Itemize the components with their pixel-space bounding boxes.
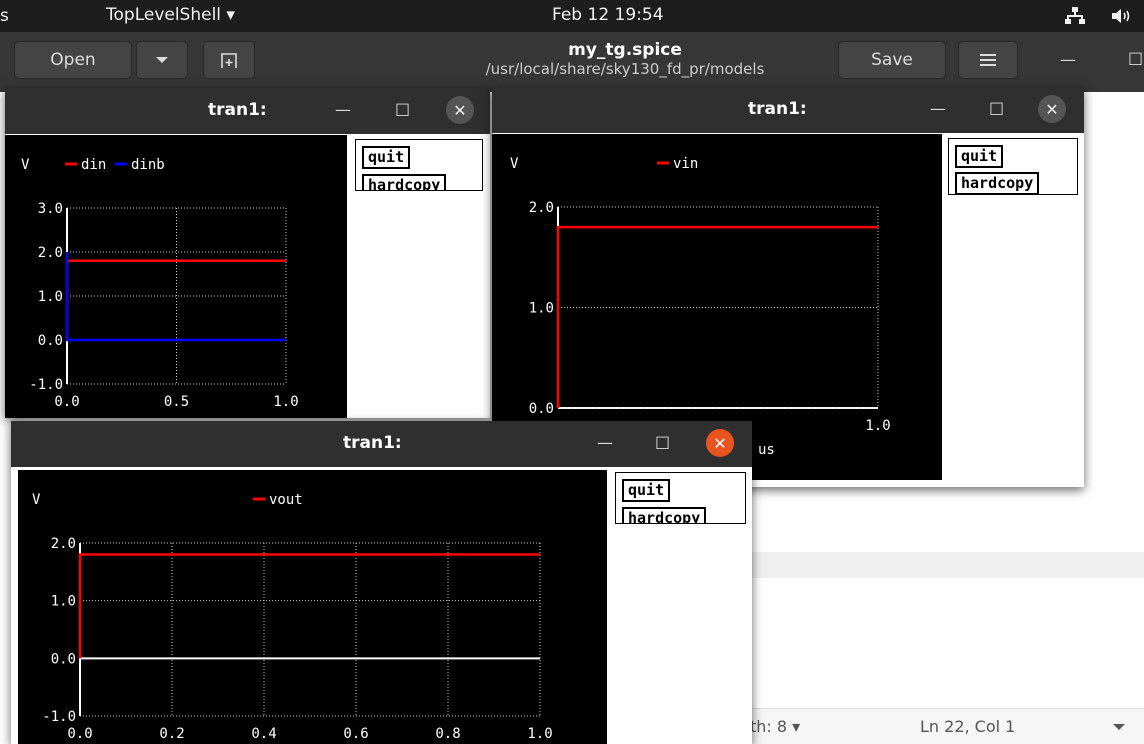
x-tick-label: 0.0 [54,394,79,410]
open-dropdown-button[interactable] [136,41,188,79]
legend-label-vout: vout [269,492,303,508]
app-menu[interactable]: TopLevelShell ▾ [106,5,235,25]
series-line-vin [556,225,878,408]
y-tick-label: 1.0 [529,301,554,317]
close-button[interactable]: ✕ [446,96,474,124]
maximize-button[interactable]: □ [655,432,670,451]
menu-icon [980,54,996,66]
close-icon: ✕ [453,100,467,120]
volume-icon[interactable] [1110,6,1134,26]
minimize-button[interactable]: — [597,433,613,452]
close-button[interactable]: ✕ [1038,95,1066,123]
y-tick-label: 2.0 [51,536,76,552]
save-button[interactable]: Save [838,41,946,79]
close-button[interactable]: ✕ [706,429,734,457]
x-tick-label: 1.0 [865,418,890,434]
hardcopy-button[interactable]: hardcopy [955,172,1040,194]
y-tick-label: 0.0 [51,651,76,667]
plot-window-din: tran1: — □ ✕ -1.0 0.0 1.0 2.0 3.0 0.0 0.5 1.0 Vd… [5,88,490,418]
legend-label-vin: vin [673,156,698,172]
plot-canvas[interactable]: -1.0 0.0 1.0 2.0 0.0 0.2 0.4 0.6 0.8 1.0 Vvout [18,470,607,744]
legend-label-din: din [81,157,106,173]
quit-button[interactable]: quit [622,479,671,502]
y-axis-label: V [21,157,30,173]
x-tick-label: 0.0 [67,726,92,742]
x-tick-label: 0.2 [159,726,184,742]
chevron-down-icon [156,57,168,63]
quit-button[interactable]: quit [955,145,1004,168]
maximize-button[interactable]: □ [395,99,410,118]
top-bar: s TopLevelShell ▾ Feb 12 19:54 [0,0,1144,32]
plot-window-titlebar[interactable]: tran1: — □ ✕ [11,421,752,467]
tab-width-selector[interactable]: th: 8 ▾ [750,717,800,736]
save-label: Save [871,50,913,70]
y-tick-label: 0.0 [529,401,554,417]
minimize-button[interactable]: — [335,100,351,119]
close-icon: ✕ [713,433,727,453]
open-label: Open [50,50,96,70]
y-tick-label: 0.0 [38,333,63,349]
close-icon: ✕ [1045,99,1059,119]
editor-area[interactable] [740,552,1144,578]
y-axis-label: V [32,492,41,508]
clock[interactable]: Feb 12 19:54 [552,5,664,25]
plot-button-panel: quit hardcopy [948,138,1078,195]
series-line-vout [78,553,540,659]
hardcopy-button[interactable]: hardcopy [362,174,447,190]
y-tick-label: 2.0 [38,245,63,261]
cursor-position[interactable]: Ln 22, Col 1 [920,717,1015,736]
plot-window-titlebar[interactable]: tran1: — □ ✕ [492,87,1084,133]
y-tick-label: 2.0 [529,200,554,216]
gedit-minimize-button[interactable]: — [1060,50,1076,69]
plot-window-vout: tran1: — □ ✕ -1.0 0.0 1.0 2.0 0.0 0.2 0.4 0.6 0.… [11,421,752,744]
x-tick-label: 1.0 [527,726,552,742]
network-icon[interactable] [1064,6,1086,26]
new-document-icon [221,53,237,68]
x-tick-label: 0.4 [251,726,276,742]
gedit-title-block: my_tg.spice /usr/local/share/sky130_fd_p… [440,40,810,78]
maximize-button[interactable]: □ [989,98,1004,117]
gedit-maximize-button[interactable]: □ [1128,48,1143,67]
plot-window-title: tran1: [208,100,267,120]
x-tick-label: 0.6 [343,726,368,742]
document-title: my_tg.spice [568,40,682,60]
plot-canvas[interactable]: -1.0 0.0 1.0 2.0 3.0 0.0 0.5 1.0 Vdin dinb [5,135,347,418]
y-tick-label: 3.0 [38,201,63,217]
plot-svg-din: -1.00.01.02.03.00.0 0.5 1.0V din dinb [21,157,299,410]
x-tick-label: 1.0 [273,394,298,410]
document-path: /usr/local/share/sky130_fd_pr/models [485,60,765,78]
plot-window-title: tran1: [748,99,807,119]
plot-window-title: tran1: [343,433,402,453]
y-tick-label: 1.0 [51,594,76,610]
new-tab-button[interactable] [203,41,255,79]
status-bar: th: 8 ▾ Ln 22, Col 1 [740,708,1144,744]
y-tick-label: 1.0 [38,289,63,305]
quit-button[interactable]: quit [362,146,411,169]
minimize-button[interactable]: — [930,99,946,118]
legend-label-dinb: dinb [131,157,165,173]
x-tick-label: 0.5 [164,394,189,410]
hamburger-menu-button[interactable] [958,41,1018,79]
plot-svg-vout: -1.00.01.02.00.0 0.2 0.4 0.6 0.8 1.0V vout [32,492,553,742]
y-tick-label: -1.0 [29,377,63,393]
chevron-down-icon[interactable] [1112,723,1126,731]
activities-button[interactable]: s [0,6,9,26]
open-button[interactable]: Open [14,41,132,79]
x-axis-label: us [758,442,775,458]
hardcopy-button[interactable]: hardcopy [622,507,707,523]
y-axis-label: V [510,156,519,172]
plot-button-panel: quit hardcopy [615,472,746,524]
plot-window-titlebar[interactable]: tran1: — □ ✕ [5,88,490,134]
gedit-header-bar: Open my_tg.spice /usr/local/share/sky130… [0,32,1144,92]
y-tick-label: -1.0 [42,709,76,725]
x-tick-label: 0.8 [435,726,460,742]
plot-button-panel: quit hardcopy [355,139,483,191]
